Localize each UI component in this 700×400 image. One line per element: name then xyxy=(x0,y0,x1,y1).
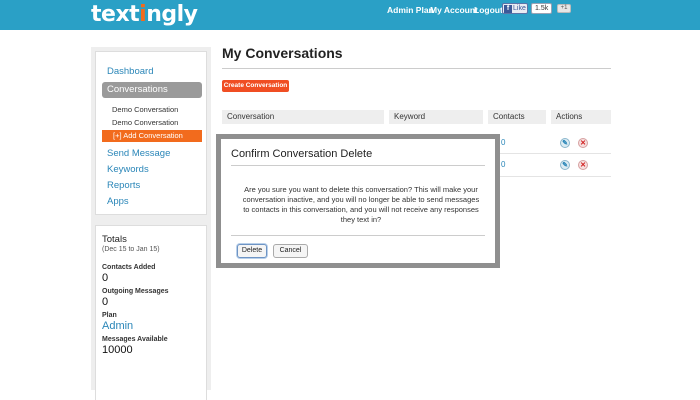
totals-title: Totals xyxy=(102,234,127,245)
sidebar: Dashboard Conversations Demo Conversatio… xyxy=(91,47,211,400)
facebook-icon: f xyxy=(504,5,512,13)
delete-x-icon[interactable]: ✕ xyxy=(578,138,588,148)
row-contacts-count[interactable]: 0 xyxy=(501,160,505,169)
totals-panel: Totals (Dec 15 to Jan 15) Contacts Added… xyxy=(95,225,207,400)
wrench-icon[interactable]: ✎ xyxy=(560,160,570,170)
messages-available-label: Messages Available xyxy=(102,336,168,343)
sidebar-item-keywords[interactable]: Keywords xyxy=(107,164,149,175)
column-header-actions: Actions xyxy=(551,110,611,124)
confirm-delete-dialog: Confirm Conversation Delete Are you sure… xyxy=(216,134,500,268)
contacts-added-value: 0 xyxy=(102,272,109,284)
top-bar: textingly Admin Plan My Account Logout f… xyxy=(0,0,700,30)
dialog-divider-bottom xyxy=(231,235,485,236)
column-header-keyword[interactable]: Keyword xyxy=(389,110,483,124)
title-divider xyxy=(222,68,611,69)
facebook-like-button[interactable]: f Like xyxy=(502,3,528,14)
google-plus-button[interactable]: +1 xyxy=(557,4,571,13)
delete-button[interactable]: Delete xyxy=(237,244,267,258)
plan-label: Plan xyxy=(102,312,117,319)
sidebar-item-conversations[interactable]: Conversations xyxy=(102,82,202,98)
outgoing-messages-value: 0 xyxy=(102,296,109,308)
messages-available-value: 10000 xyxy=(102,344,133,356)
sidebar-item-dashboard[interactable]: Dashboard xyxy=(107,66,153,77)
row-contacts-count[interactable]: 0 xyxy=(501,138,505,147)
page-title: My Conversations xyxy=(222,45,343,61)
sidebar-subitem-conversation[interactable]: Demo Conversation xyxy=(112,118,178,127)
add-conversation-link[interactable]: [+] Add Conversation xyxy=(102,130,202,142)
plan-link[interactable]: Admin xyxy=(102,320,133,332)
column-header-conversation[interactable]: Conversation xyxy=(222,110,384,124)
facebook-like-count: 1.5k xyxy=(531,3,553,14)
nav-logout[interactable]: Logout xyxy=(474,5,503,15)
outgoing-messages-label: Outgoing Messages xyxy=(102,288,169,295)
sidebar-item-send-message[interactable]: Send Message xyxy=(107,148,170,159)
contacts-added-label: Contacts Added xyxy=(102,264,156,271)
delete-x-icon[interactable]: ✕ xyxy=(578,160,588,170)
sidebar-item-reports[interactable]: Reports xyxy=(107,180,140,191)
totals-date-range: (Dec 15 to Jan 15) xyxy=(102,246,160,253)
dialog-title: Confirm Conversation Delete xyxy=(231,148,373,160)
texting-logo[interactable]: textingly xyxy=(91,2,198,27)
column-header-contacts[interactable]: Contacts xyxy=(488,110,546,124)
dialog-divider-top xyxy=(231,165,485,166)
sidebar-item-apps[interactable]: Apps xyxy=(107,196,129,207)
cancel-button[interactable]: Cancel xyxy=(273,244,308,258)
sidebar-nav-panel: Dashboard Conversations Demo Conversatio… xyxy=(95,51,207,215)
create-conversation-button[interactable]: Create Conversation xyxy=(222,80,289,92)
nav-my-account[interactable]: My Account xyxy=(430,5,478,15)
nav-admin-plan[interactable]: Admin Plan xyxy=(387,5,434,15)
wrench-icon[interactable]: ✎ xyxy=(560,138,570,148)
sidebar-subitem-conversation[interactable]: Demo Conversation xyxy=(112,105,178,114)
dialog-message: Are you sure you want to delete this con… xyxy=(242,185,480,224)
